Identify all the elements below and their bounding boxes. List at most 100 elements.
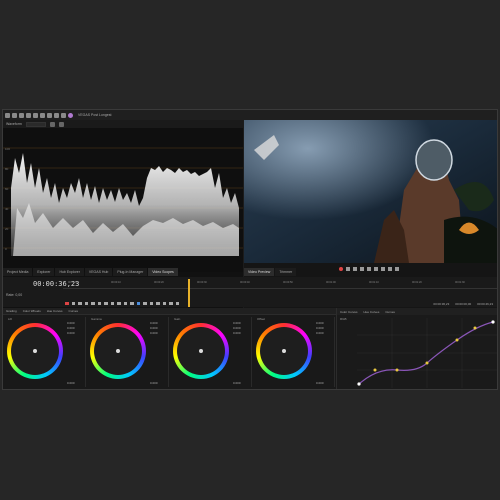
gain-color-wheel[interactable]	[173, 323, 229, 379]
wheel-handle[interactable]	[282, 349, 286, 353]
b-value[interactable]: 0.000	[67, 331, 75, 336]
tab-hub-explorer[interactable]: Hub Explorer	[55, 268, 84, 276]
curves-tab[interactable]: Curves	[69, 309, 79, 313]
tab-video-preview[interactable]: Video Preview	[244, 268, 275, 276]
paste-icon[interactable]	[47, 112, 52, 118]
svg-text:0: 0	[5, 247, 7, 251]
refresh-icon[interactable]	[58, 121, 64, 127]
region-icon[interactable]	[169, 301, 173, 306]
wheel-master-value[interactable]: 0.000	[67, 381, 75, 385]
curve-point	[395, 368, 399, 372]
selection-start-time: 00:00:00,00	[455, 302, 472, 306]
prev-frame-icon[interactable]	[110, 301, 114, 306]
ruler-tick: 00:00:30	[197, 281, 207, 284]
offset-color-wheel[interactable]	[256, 323, 312, 379]
zoom-tool-icon[interactable]	[143, 301, 147, 306]
marker-icon[interactable]	[162, 301, 166, 306]
wheel-values: 0.000 0.000 0.000	[150, 321, 158, 336]
save-icon[interactable]	[19, 112, 24, 118]
curves-tab[interactable]: Curves	[385, 310, 395, 314]
tab-project-media[interactable]: Project Media	[3, 268, 33, 276]
tab-trimmer[interactable]: Trimmer	[275, 268, 297, 276]
grading-tab[interactable]: Grading	[6, 309, 17, 313]
tab-vegas-hub[interactable]: VEGAS Hub	[84, 268, 113, 276]
pause-icon[interactable]	[91, 301, 95, 306]
tab-video-scopes[interactable]: Video Scopes	[148, 268, 178, 276]
go-to-end-icon[interactable]	[123, 301, 127, 306]
play-from-start-icon[interactable]	[78, 301, 82, 306]
wheel-handle[interactable]	[199, 349, 203, 353]
wheel-master-value[interactable]: 0.000	[316, 381, 324, 385]
go-to-start-icon[interactable]	[104, 301, 108, 306]
split-icon[interactable]	[149, 301, 153, 306]
trim-icon[interactable]	[156, 301, 160, 306]
scope-mode-dropdown[interactable]	[25, 121, 46, 127]
hue-curves-tab[interactable]: Hue Curves	[364, 310, 380, 314]
pause-icon[interactable]	[367, 266, 371, 271]
stop-icon[interactable]	[97, 301, 101, 306]
wheel-handle[interactable]	[33, 349, 37, 353]
render-icon[interactable]	[26, 112, 31, 118]
curves-channel-label: RGB	[340, 317, 347, 321]
tab-explorer[interactable]: Explorer	[33, 268, 55, 276]
play-icon[interactable]	[360, 266, 364, 271]
tab-plugin-manager[interactable]: Plug-In Manager	[113, 268, 148, 276]
video-frame	[244, 120, 497, 263]
play-from-start-icon[interactable]	[353, 266, 357, 271]
curve-graph[interactable]	[357, 318, 497, 388]
wheel-offset: Offset 0.000 0.000 0.000 0.000	[254, 317, 335, 387]
b-value[interactable]: 0.000	[316, 331, 324, 336]
cut-icon[interactable]	[33, 112, 38, 118]
time-readouts: 00:00:36,23 00:00:00,00 00:00:46,23	[433, 302, 493, 306]
record-icon[interactable]	[65, 301, 69, 306]
edit-tool-icon[interactable]	[130, 301, 134, 306]
curve-point	[373, 368, 377, 372]
scope-type-label: Waveform	[6, 122, 22, 126]
wheel-gamma: Gamma 0.000 0.000 0.000 0.000	[88, 317, 169, 387]
selection-tool-icon[interactable]	[136, 301, 140, 306]
curve-white-point	[491, 320, 495, 324]
ruler-tick: 00:00:00	[68, 281, 78, 284]
timeline-panel: 00:00:36,23 00:00:00 00:00:10 00:00:20 0…	[3, 277, 497, 307]
preview-image	[244, 120, 497, 263]
lift-color-wheel[interactable]	[7, 323, 63, 379]
wheel-master-value[interactable]: 0.000	[150, 381, 158, 385]
wheel-handle[interactable]	[116, 349, 120, 353]
hue-curves-tab[interactable]: Hue Curves	[47, 309, 63, 313]
next-frame-icon[interactable]	[388, 266, 392, 271]
gamma-color-wheel[interactable]	[90, 323, 146, 379]
copy-icon[interactable]	[40, 112, 45, 118]
loop-icon[interactable]	[71, 301, 75, 306]
loop-icon[interactable]	[346, 266, 350, 271]
b-value[interactable]: 0.000	[150, 331, 158, 336]
left-tab-bar: Project Media Explorer Hub Explorer VEGA…	[3, 268, 178, 276]
timeline-ruler[interactable]: 00:00:00 00:00:10 00:00:20 00:00:30 00:0…	[63, 281, 497, 289]
wheel-values: 0.000 0.000 0.000	[67, 321, 75, 336]
color-wheels-tab[interactable]: Color Wheels	[23, 309, 41, 313]
stop-icon[interactable]	[374, 266, 378, 271]
rate-label: Rate: 0,00	[6, 293, 23, 297]
undo-icon[interactable]	[54, 112, 59, 118]
snap-icon[interactable]	[175, 301, 179, 306]
wheel-master-value[interactable]: 0.000	[233, 381, 241, 385]
ruler-tick: 00:00:40	[240, 281, 250, 284]
record-icon[interactable]	[339, 266, 343, 271]
settings-icon[interactable]	[49, 121, 55, 127]
curves-header: Color Curves Hue Curves Curves	[337, 308, 497, 315]
b-value[interactable]: 0.000	[233, 331, 241, 336]
new-icon[interactable]	[5, 112, 10, 118]
svg-text:100: 100	[5, 147, 10, 151]
prev-frame-icon[interactable]	[381, 266, 385, 271]
open-icon[interactable]	[12, 112, 17, 118]
redo-icon[interactable]	[61, 112, 66, 118]
color-curves-tab[interactable]: Color Curves	[340, 310, 358, 314]
wheel-label: Gamma	[91, 317, 102, 321]
curve-black-point	[357, 382, 361, 386]
wheel-label: Gain	[174, 317, 181, 321]
next-frame-icon[interactable]	[117, 301, 121, 306]
go-to-end-icon[interactable]	[395, 266, 399, 271]
curves-panel: Color Curves Hue Curves Curves RGB	[336, 308, 497, 389]
ruler-tick: 00:00:50	[283, 281, 293, 284]
curve-point	[455, 338, 459, 342]
play-icon[interactable]	[84, 301, 88, 306]
